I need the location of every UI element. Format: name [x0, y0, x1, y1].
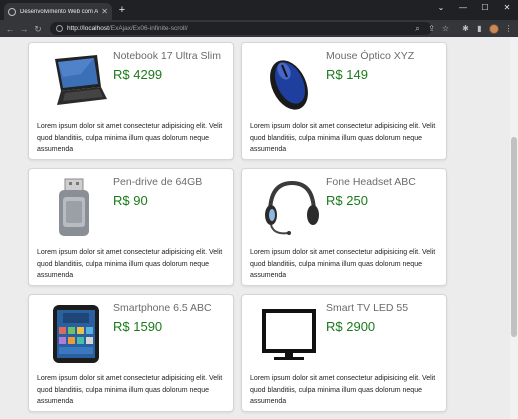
share-icon[interactable]: ⇪	[426, 23, 437, 34]
product-name: Smart TV LED 55	[326, 302, 409, 314]
info-icon[interactable]	[56, 25, 63, 32]
tv-image	[254, 301, 324, 365]
product-description: Lorem ipsum dolor sit amet consectetur a…	[250, 375, 436, 405]
mouse-image	[254, 49, 324, 113]
page-scrollbar[interactable]	[510, 37, 518, 419]
sidebar-icon[interactable]: ▮	[474, 23, 485, 34]
usb-drive-image	[41, 175, 111, 239]
product-name: Smartphone 6.5 ABC	[113, 302, 212, 314]
product-price: R$ 2900	[326, 319, 376, 334]
product-price: R$ 250	[326, 193, 368, 208]
product-description: Lorem ipsum dolor sit amet consectetur a…	[250, 123, 436, 153]
close-window-button[interactable]: ✕	[496, 0, 518, 14]
product-name: Pen-drive de 64GB	[113, 176, 203, 188]
product-card: Mouse Óptico XYZ R$ 149 Lorem ipsum dolo…	[241, 42, 447, 160]
tab-search-icon[interactable]: ⌄	[430, 0, 452, 14]
product-price: R$ 149	[326, 67, 368, 82]
browser-toolbar: ← → ↻ http://localhost/ExAjax/Ex06-infin…	[0, 20, 518, 37]
product-description: Lorem ipsum dolor sit amet consectetur a…	[37, 123, 223, 153]
menu-icon[interactable]: ⋮	[503, 23, 514, 34]
browser-tab[interactable]: Desenvolvimento Web com AJAX ✕	[4, 3, 112, 20]
product-name: Fone Headset ABC	[326, 176, 416, 188]
product-description: Lorem ipsum dolor sit amet consectetur a…	[37, 249, 223, 279]
product-card: Smartphone 6.5 ABC R$ 1590 Lorem ipsum d…	[28, 294, 234, 412]
address-bar[interactable]: http://localhost/ExAjax/Ex06-infinite-sc…	[50, 22, 432, 35]
product-price: R$ 90	[113, 193, 148, 208]
product-description: Lorem ipsum dolor sit amet consectetur a…	[37, 375, 223, 405]
maximize-button[interactable]: ☐	[474, 0, 496, 14]
product-description: Lorem ipsum dolor sit amet consectetur a…	[250, 249, 436, 279]
close-tab-icon[interactable]: ✕	[101, 7, 108, 16]
laptop-image	[41, 49, 111, 113]
globe-icon	[8, 7, 16, 16]
product-card: Fone Headset ABC R$ 250 Lorem ipsum dolo…	[241, 168, 447, 286]
back-button[interactable]: ←	[4, 23, 16, 35]
product-card: Smart TV LED 55 R$ 2900 Lorem ipsum dolo…	[241, 294, 447, 412]
url-text: http://localhost/ExAjax/Ex06-infinite-sc…	[67, 25, 188, 32]
product-name: Notebook 17 Ultra Slim	[113, 50, 221, 62]
bookmark-star-icon[interactable]: ☆	[440, 23, 451, 34]
product-name: Mouse Óptico XYZ	[326, 50, 415, 62]
zoom-icon[interactable]: ⌕	[412, 23, 423, 34]
new-tab-button[interactable]: +	[116, 4, 128, 16]
product-card: Pen-drive de 64GB R$ 90 Lorem ipsum dolo…	[28, 168, 234, 286]
page-viewport[interactable]: Notebook 17 Ultra Slim R$ 4299 Lorem ips…	[0, 37, 510, 419]
headset-image	[254, 175, 324, 239]
product-price: R$ 1590	[113, 319, 163, 334]
profile-avatar[interactable]	[489, 24, 499, 34]
tab-title: Desenvolvimento Web com AJAX	[20, 8, 99, 15]
tab-strip: Desenvolvimento Web com AJAX ✕ + ⌄ — ☐ ✕	[0, 0, 518, 20]
reload-button[interactable]: ↻	[32, 23, 44, 35]
browser-window: Desenvolvimento Web com AJAX ✕ + ⌄ — ☐ ✕…	[0, 0, 518, 419]
product-card: Notebook 17 Ultra Slim R$ 4299 Lorem ips…	[28, 42, 234, 160]
extensions-icon[interactable]: ✱	[460, 23, 471, 34]
minimize-button[interactable]: —	[452, 0, 474, 14]
smartphone-image	[41, 301, 111, 365]
scrollbar-thumb[interactable]	[511, 137, 517, 337]
product-price: R$ 4299	[113, 67, 163, 82]
forward-button[interactable]: →	[18, 23, 30, 35]
